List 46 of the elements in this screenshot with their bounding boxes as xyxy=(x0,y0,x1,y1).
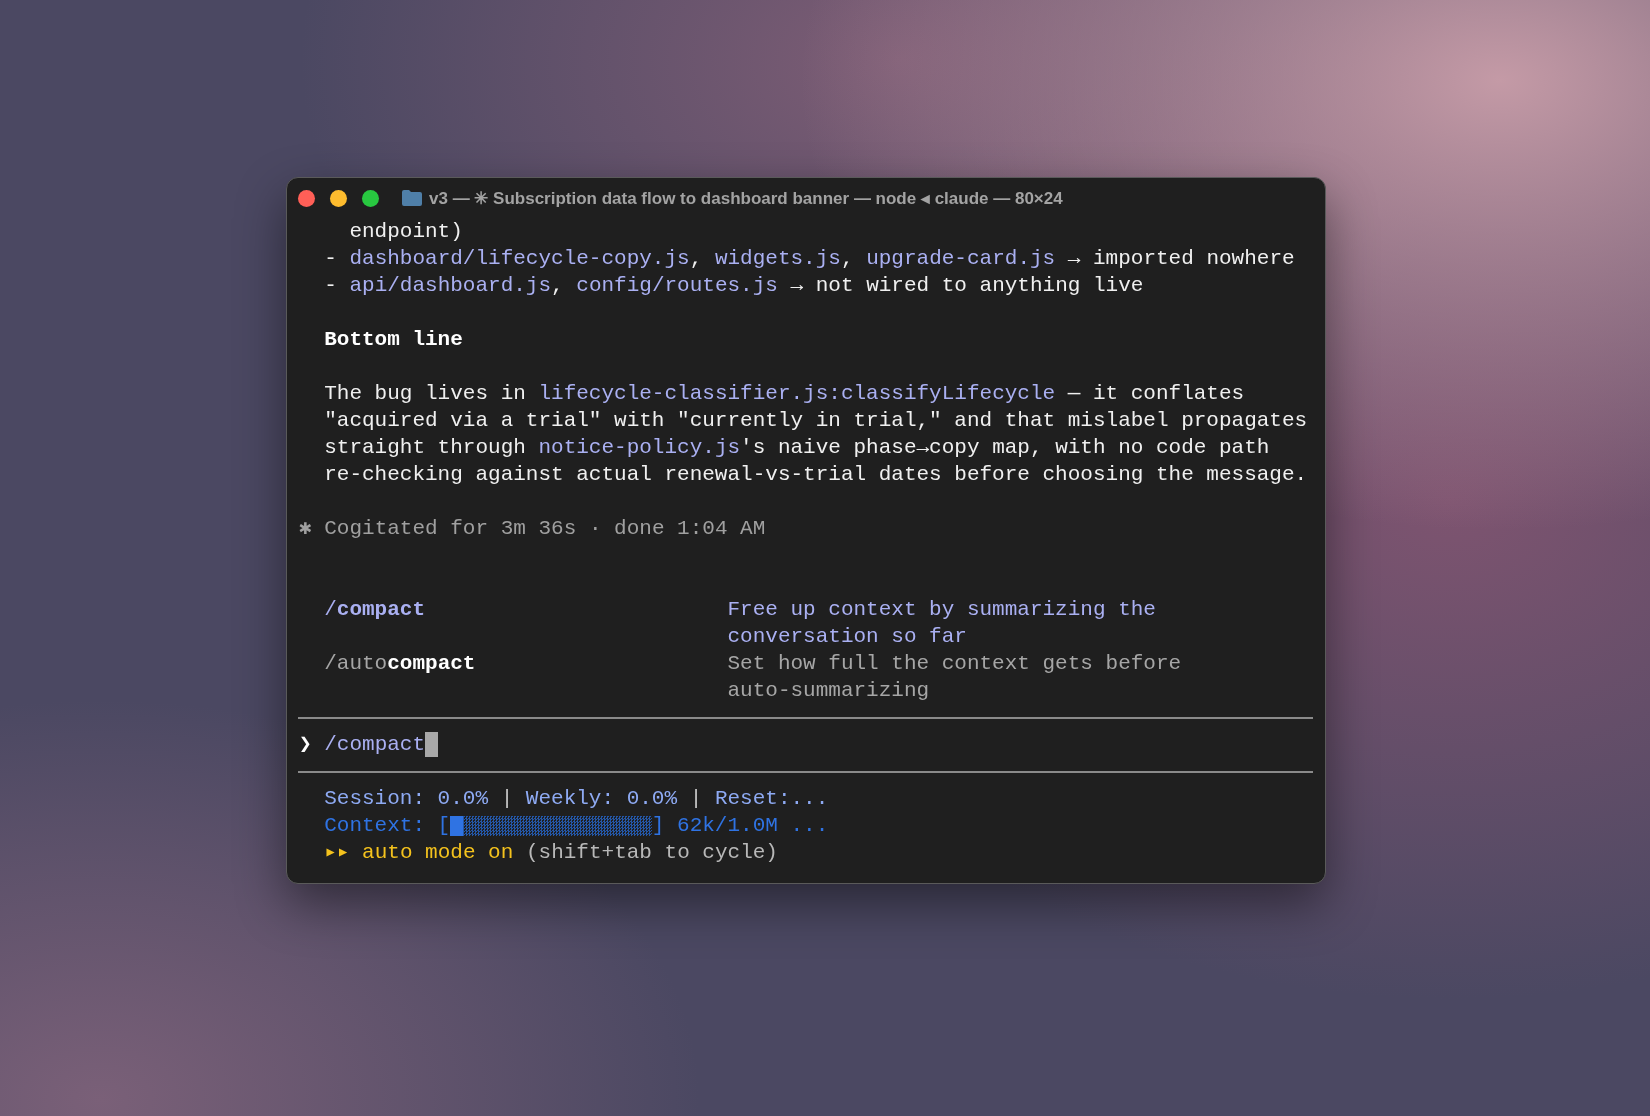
output-text: → imported nowhere xyxy=(1066,246,1295,272)
window-title: v3 — ✳ Subscription data flow to dashboard banner — node ◂ claude — 80×24 xyxy=(429,187,1063,209)
command-description: Set how full the context gets before xyxy=(727,651,1182,677)
command-description: Free up context by summarizing the xyxy=(727,597,1156,623)
command-description: auto-summarizing xyxy=(727,678,930,704)
separator-text: | xyxy=(688,786,704,812)
prompt-input[interactable]: /compact xyxy=(324,731,426,758)
usage-stat: Weekly: 0.0% xyxy=(525,786,678,812)
prompt-symbol: ❯ xyxy=(299,732,312,758)
output-text: — it conflates xyxy=(1066,381,1245,407)
command-option[interactable]: /compact xyxy=(324,596,426,623)
separator-text: | xyxy=(499,786,515,812)
file-path: dashboard/lifecycle-copy.js xyxy=(349,246,690,272)
output-text: - xyxy=(324,273,338,299)
output-text: , xyxy=(551,273,565,299)
context-label: Context: [ xyxy=(324,813,451,839)
command-description: conversation so far xyxy=(727,624,967,650)
output-text: straight through xyxy=(324,435,527,461)
file-path: config/routes.js xyxy=(576,273,778,299)
text-cursor xyxy=(425,732,438,757)
section-heading: Bottom line xyxy=(324,327,463,353)
command-option[interactable]: /autocompact xyxy=(324,650,476,677)
file-path: widgets.js xyxy=(714,246,841,272)
output-text: endpoint) xyxy=(349,219,463,245)
close-button[interactable] xyxy=(298,189,315,207)
output-text: The bug lives in xyxy=(324,381,527,407)
file-path: notice-policy.js xyxy=(538,435,741,461)
file-path: lifecycle-classifier.js:classifyLifecycle xyxy=(538,381,1056,407)
output-text: → not wired to anything live xyxy=(789,273,1144,299)
shortcut-hint: (shift+tab to cycle) xyxy=(524,840,778,866)
zoom-button[interactable] xyxy=(362,189,379,207)
context-label: ] 62k/1.0M ... xyxy=(651,813,829,839)
usage-stat: Reset:... xyxy=(714,786,829,812)
status-note: ✱ Cogitated for 3m 36s · done 1:04 AM xyxy=(299,516,766,542)
output-text: "acquired via a trial" with "currently in trial," and that mislabel propagates xyxy=(324,408,1308,434)
minimize-button[interactable] xyxy=(330,189,347,207)
usage-stat: Session: 0.0% xyxy=(324,786,489,812)
output-text: re-checking against actual renewal-vs-trial dates before choosing the message. xyxy=(324,462,1308,488)
output-text: , xyxy=(840,246,855,272)
mode-indicator: ▸▸ auto mode on xyxy=(324,840,514,866)
file-path: upgrade-card.js xyxy=(866,246,1056,272)
folder-icon xyxy=(402,190,422,206)
output-text: 's naive phase→copy map, with no code path xyxy=(740,435,1270,461)
file-path: api/dashboard.js xyxy=(349,273,552,299)
output-text: - xyxy=(324,246,338,272)
output-text: , xyxy=(689,246,704,272)
